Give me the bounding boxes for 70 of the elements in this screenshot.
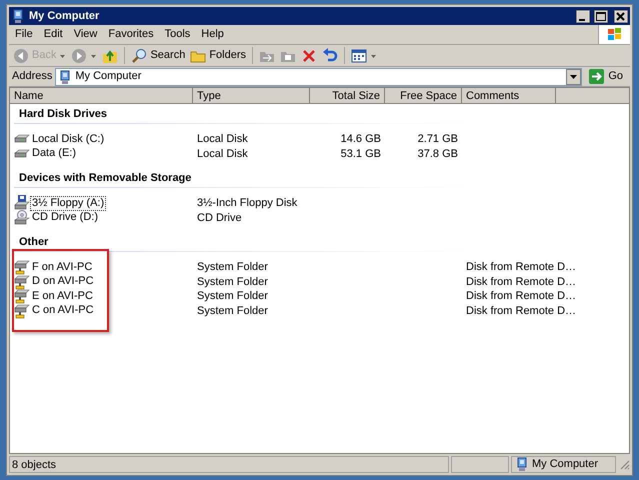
cd-drive-icon bbox=[14, 210, 30, 226]
drive-name[interactable]: CD Drive (D:) bbox=[30, 210, 100, 226]
minimize-button[interactable] bbox=[576, 10, 590, 22]
caret-icon bbox=[370, 52, 378, 58]
computer-icon bbox=[58, 70, 72, 84]
go-arrow-icon bbox=[589, 69, 604, 84]
type-cell-text: CD Drive bbox=[196, 210, 243, 226]
type-cell-text: System Folder bbox=[196, 289, 269, 304]
menu-item[interactable]: View bbox=[74, 26, 98, 43]
type-cell-text: 3½-Inch Floppy Disk bbox=[196, 196, 298, 211]
size-cell-text: 2.71 GB bbox=[416, 132, 459, 147]
address-label: Address bbox=[12, 69, 52, 84]
network-drive-icon bbox=[14, 288, 30, 304]
status-text: 8 objects bbox=[9, 456, 449, 472]
network-drive-icon bbox=[14, 302, 30, 319]
resize-grip-icon bbox=[618, 458, 630, 470]
drive-name[interactable]: 3½ Floppy (A:) bbox=[30, 196, 106, 211]
address-field[interactable]: My Computer bbox=[55, 68, 582, 86]
views-grid-icon bbox=[351, 48, 368, 64]
zone-label: My Computer bbox=[532, 456, 598, 472]
column-header[interactable]: Comments bbox=[462, 88, 556, 104]
menu-item[interactable]: Edit bbox=[44, 26, 63, 43]
folder-up-icon bbox=[102, 48, 118, 64]
search-button[interactable]: Search bbox=[130, 46, 186, 66]
menu-item[interactable]: Favorites bbox=[108, 26, 154, 43]
folders-button[interactable]: Folders bbox=[189, 46, 248, 66]
type-cell-text: System Folder bbox=[196, 304, 269, 318]
computer-icon bbox=[11, 9, 25, 23]
drive-name[interactable]: D on AVI-PC bbox=[30, 274, 96, 290]
column-header[interactable]: Free Space bbox=[385, 88, 462, 104]
type-cell-text: System Folder bbox=[196, 274, 269, 290]
computer-icon bbox=[515, 457, 529, 471]
floppy-drive-icon bbox=[14, 195, 30, 212]
network-drive-icon bbox=[14, 274, 30, 290]
window-title: My Computer bbox=[29, 8, 100, 24]
menu-item[interactable]: Help bbox=[201, 26, 224, 43]
size-cell-text: 37.8 GB bbox=[416, 146, 459, 162]
delete-icon bbox=[301, 48, 318, 64]
drive-name[interactable]: C on AVI-PC bbox=[30, 303, 96, 318]
group-heading[interactable]: Devices with Removable Storage bbox=[10, 171, 629, 185]
comment-cell-text: Disk from Remote D… bbox=[465, 289, 576, 304]
search-icon bbox=[131, 48, 148, 64]
group-heading[interactable]: Hard Disk Drives bbox=[10, 107, 629, 121]
comment-cell-text: Disk from Remote D… bbox=[465, 260, 576, 275]
close-button[interactable] bbox=[614, 10, 628, 22]
type-cell-text: Local Disk bbox=[196, 132, 249, 147]
type-cell-text: Local Disk bbox=[196, 146, 249, 162]
maximize-button[interactable] bbox=[594, 10, 608, 22]
size-cell-text: 53.1 GB bbox=[340, 146, 382, 162]
caret-icon bbox=[90, 52, 98, 58]
undo-arrow-icon bbox=[322, 48, 338, 64]
type-cell-text: System Folder bbox=[196, 260, 269, 275]
group-heading[interactable]: Other bbox=[10, 235, 629, 249]
comment-cell-text: Disk from Remote D… bbox=[465, 274, 576, 290]
size-cell-text: 14.6 GB bbox=[340, 132, 382, 147]
go-button[interactable]: Go bbox=[585, 68, 627, 86]
comment-cell-text: Disk from Remote D… bbox=[465, 304, 576, 318]
column-header[interactable]: Name bbox=[10, 88, 193, 104]
drive-name[interactable]: E on AVI-PC bbox=[30, 288, 95, 304]
drive-name[interactable]: F on AVI-PC bbox=[30, 260, 94, 275]
network-drive-icon bbox=[14, 259, 30, 276]
menu-item[interactable]: Tools bbox=[164, 26, 190, 43]
column-header[interactable]: Total Size bbox=[310, 88, 385, 104]
column-header[interactable]: Type bbox=[193, 88, 310, 104]
window-flag-icon bbox=[606, 28, 622, 42]
drive-name[interactable]: Data (E:) bbox=[30, 146, 78, 162]
caret-icon bbox=[59, 52, 66, 58]
menu-item[interactable]: File bbox=[15, 26, 33, 43]
status-pane bbox=[451, 456, 509, 472]
drive-name[interactable]: Local Disk (C:) bbox=[30, 132, 106, 147]
